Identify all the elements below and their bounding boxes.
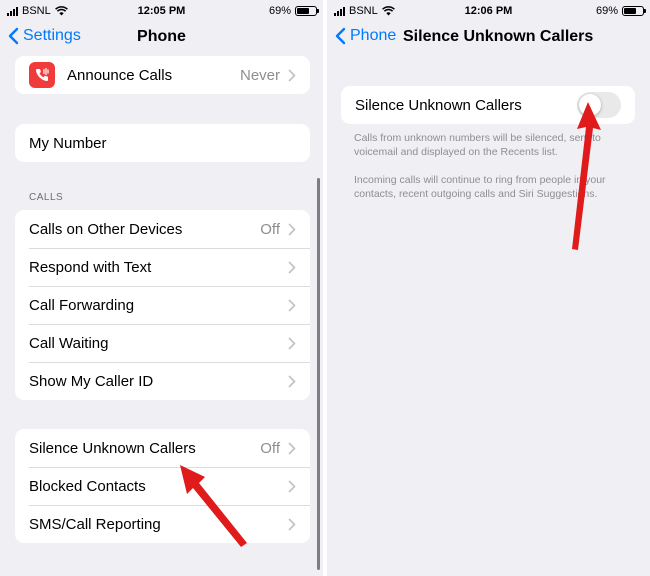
- chevron-right-icon: [288, 69, 296, 81]
- toggle-group: Silence Unknown Callers: [341, 86, 635, 124]
- navigation-bar: Settings Phone: [0, 25, 323, 51]
- chevron-right-icon: [288, 480, 296, 492]
- row-label: Call Waiting: [29, 334, 109, 352]
- row-label: Call Forwarding: [29, 296, 135, 314]
- calls-section-header: CALLS: [29, 192, 64, 203]
- navigation-bar: Phone Silence Unknown Callers: [327, 25, 650, 51]
- announce-calls-label: Announce Calls: [67, 66, 173, 84]
- chevron-right-icon: [288, 337, 296, 349]
- row-label: Blocked Contacts: [29, 477, 146, 495]
- battery-percent: 69%: [595, 5, 618, 17]
- silence-unknown-callers-screen: BSNL 12:06 PM 69% Phone Silence Unknown …: [327, 0, 650, 576]
- back-button[interactable]: Phone: [335, 27, 396, 45]
- announce-group: Announce Calls Never: [15, 56, 310, 94]
- page-title: Phone: [137, 28, 186, 45]
- my-number-row[interactable]: My Number: [15, 124, 310, 162]
- phone-waveform-icon: [29, 62, 55, 88]
- call-forwarding-row[interactable]: Call Forwarding: [15, 286, 310, 324]
- respond-with-text-row[interactable]: Respond with Text: [15, 248, 310, 286]
- footer-description-2: Incoming calls will continue to ring fro…: [354, 174, 606, 200]
- scrollbar[interactable]: [317, 178, 320, 570]
- blocked-contacts-row[interactable]: Blocked Contacts: [15, 467, 310, 505]
- row-value: Off: [260, 220, 280, 238]
- my-number-group: My Number: [15, 124, 310, 162]
- silence-unknown-callers-row[interactable]: Silence Unknown Callers Off: [15, 429, 310, 467]
- sms-call-reporting-row[interactable]: SMS/Call Reporting: [15, 505, 310, 543]
- page-title: Silence Unknown Callers: [403, 28, 594, 45]
- phone-settings-screen: BSNL 12:05 PM 69% Settings Phone Announc…: [0, 0, 323, 576]
- battery-icon: [622, 6, 646, 16]
- battery-icon: [295, 6, 319, 16]
- chevron-right-icon: [288, 518, 296, 530]
- toggle-knob: [579, 94, 601, 116]
- chevron-right-icon: [288, 442, 296, 454]
- chevron-right-icon: [288, 299, 296, 311]
- announce-calls-row[interactable]: Announce Calls Never: [15, 56, 310, 94]
- row-value: Off: [260, 439, 280, 457]
- call-waiting-row[interactable]: Call Waiting: [15, 324, 310, 362]
- silence-unknown-callers-toggle-row: Silence Unknown Callers: [341, 86, 635, 124]
- silence-unknown-callers-toggle[interactable]: [577, 92, 621, 118]
- footer-description-1: Calls from unknown numbers will be silen…: [354, 132, 601, 158]
- show-my-caller-id-row[interactable]: Show My Caller ID: [15, 362, 310, 400]
- chevron-right-icon: [288, 261, 296, 273]
- row-label: Silence Unknown Callers: [29, 439, 196, 457]
- calls-group: Calls on Other Devices Off Respond with …: [15, 210, 310, 400]
- back-button-label: Phone: [350, 27, 397, 44]
- my-number-label: My Number: [29, 134, 107, 152]
- announce-calls-value: Never: [239, 66, 280, 84]
- row-label: Calls on Other Devices: [29, 220, 183, 238]
- chevron-left-icon: [335, 27, 346, 45]
- row-label: Respond with Text: [29, 258, 152, 276]
- row-label: SMS/Call Reporting: [29, 515, 161, 533]
- calls-on-other-devices-row[interactable]: Calls on Other Devices Off: [15, 210, 310, 248]
- chevron-right-icon: [288, 223, 296, 235]
- blocking-group: Silence Unknown Callers Off Blocked Cont…: [15, 429, 310, 543]
- chevron-right-icon: [288, 375, 296, 387]
- battery-percent: 69%: [268, 5, 291, 17]
- status-bar: BSNL 12:06 PM 69%: [327, 0, 650, 22]
- row-label: Show My Caller ID: [29, 372, 154, 390]
- status-bar: BSNL 12:05 PM 69%: [0, 0, 323, 22]
- toggle-row-label: Silence Unknown Callers: [355, 96, 522, 114]
